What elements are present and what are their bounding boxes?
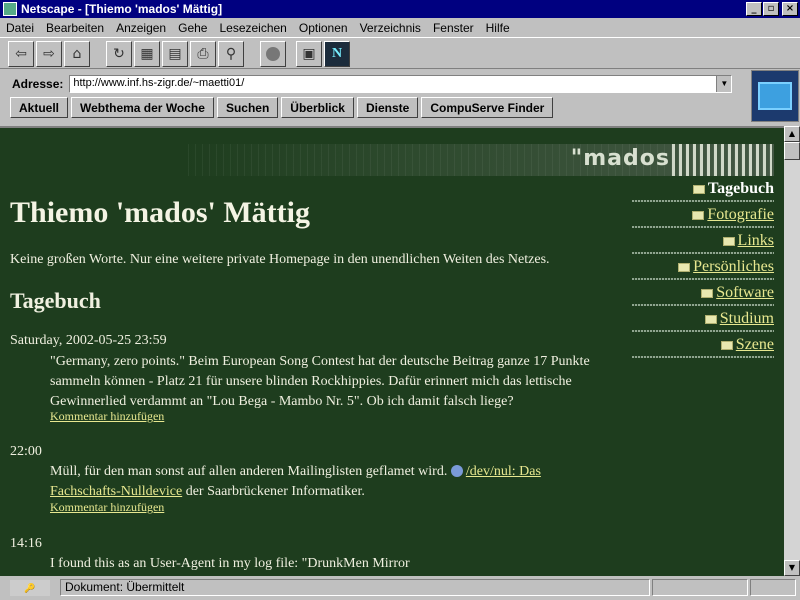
status-mail [750,579,796,596]
nav-item-software[interactable]: Software [632,280,774,306]
entry-text-after: der Saarbrückener Informatiker. [185,484,365,499]
menu-gehe[interactable]: Gehe [172,21,213,35]
window-title: Netscape - [Thiemo 'mados' Mättig] [21,2,223,16]
status-bar: 🔑 Dokument: Übermittelt [0,576,800,600]
section-heading: Tagebuch [10,288,101,313]
nav-item-persoenliches[interactable]: Persönliches [632,254,774,280]
webthema-button[interactable]: Webthema der Woche [71,97,214,118]
netscape-app-icon[interactable] [3,2,17,16]
address-value: http://www.inf.hs-zigr.de/~maetti01/ [73,77,245,89]
status-text: Dokument: Übermittelt [60,579,650,596]
site-nav: Tagebuch Fotografie Links Persönliches S [632,176,774,358]
folder-icon [704,314,717,324]
folder-icon [722,236,735,246]
ueberblick-button[interactable]: Überblick [281,97,354,118]
menu-anzeigen[interactable]: Anzeigen [110,21,172,35]
intro-text: Keine großen Worte. Nur eine weitere pri… [10,252,550,267]
back-icon[interactable]: ⇦ [8,41,34,67]
entry-date: Saturday, 2002-05-25 23:59 [10,333,167,348]
reload-icon[interactable]: ↻ [106,41,132,67]
site-logo: "mados [570,146,670,171]
dienste-button[interactable]: Dienste [356,97,419,118]
print-icon[interactable]: ⎙ [190,41,216,67]
nav-item-studium[interactable]: Studium [632,306,774,332]
menu-lesezeichen[interactable]: Lesezeichen [213,21,292,35]
menu-bearbeiten[interactable]: Bearbeiten [40,21,110,35]
home-icon[interactable]: ⌂ [64,41,90,67]
vertical-scrollbar[interactable]: ▲ ▼ [784,126,800,576]
netscape-logo-icon[interactable]: N [324,41,350,67]
page-title: Thiemo 'mados' Mättig [10,196,310,229]
scroll-down-icon[interactable]: ▼ [784,560,800,576]
add-comment-link[interactable]: Kommentar hinzufügen [50,409,164,424]
logo-bars [672,144,772,176]
folder-icon [692,184,705,194]
entry-text: "Germany, zero points." Beim European So… [50,354,590,409]
forward-icon[interactable]: ⇨ [36,41,62,67]
stop-icon[interactable] [260,41,286,67]
entry-date: 22:00 [10,444,42,459]
menu-bar: Datei Bearbeiten Anzeigen Gehe Lesezeich… [0,19,800,37]
folder-icon [692,210,705,220]
nav-item-links[interactable]: Links [632,228,774,254]
security-key-icon[interactable]: 🔑 [10,580,50,596]
minimize-button[interactable]: _ [746,2,762,16]
nav-label: Persönliches [693,258,774,275]
nav-label: Tagebuch [707,180,774,197]
images-icon[interactable]: ▦ [134,41,160,67]
entry-date: 14:16 [10,536,42,551]
entry-text-before: Müll, für den man sonst auf allen andere… [50,464,448,479]
open-icon[interactable]: ▤ [162,41,188,67]
network-icon[interactable]: ▣ [296,41,322,67]
nav-label: Szene [735,336,774,353]
nav-label: Links [737,232,774,249]
nav-label: Fotografie [707,206,774,223]
nav-item-szene[interactable]: Szene [632,332,774,358]
web-page: "mados Thiemo 'mados' Mättig Keine große… [0,128,784,576]
entry-text: I found this as an User-Agent in my log … [50,556,410,571]
compuserve-finder-button[interactable]: CompuServe Finder [421,97,554,118]
nav-item-tagebuch[interactable]: Tagebuch [632,176,774,202]
aktuell-button[interactable]: Aktuell [10,97,69,118]
menu-verzeichnis[interactable]: Verzeichnis [354,21,427,35]
nav-label: Studium [719,310,774,327]
add-comment-link[interactable]: Kommentar hinzufügen [50,500,164,515]
menu-optionen[interactable]: Optionen [293,21,354,35]
directory-buttons: Aktuell Webthema der Woche Suchen Überbl… [10,97,554,119]
find-icon[interactable]: ⚲ [218,41,244,67]
toolbar: ⇦ ⇨ ⌂ ↻ ▦ ▤ ⎙ ⚲ ▣ N [0,37,800,69]
address-input[interactable]: http://www.inf.hs-zigr.de/~maetti01/ ▼ [69,75,733,93]
menu-datei[interactable]: Datei [0,21,40,35]
maximize-button[interactable]: ▫ [763,2,779,16]
netscape-throbber-icon[interactable] [751,70,799,122]
folder-icon [701,288,714,298]
folder-icon [678,262,691,272]
entry-text: Müll, für den man sonst auf allen andere… [50,462,610,502]
folder-icon [720,340,733,350]
status-progress [652,579,748,596]
scroll-thumb[interactable] [784,142,800,160]
menu-hilfe[interactable]: Hilfe [480,21,516,35]
address-bar: Adresse: http://www.inf.hs-zigr.de/~maet… [0,72,750,96]
title-bar: Netscape - [Thiemo 'mados' Mättig] _ ▫ × [0,0,800,18]
close-button[interactable]: × [782,2,798,16]
scroll-up-icon[interactable]: ▲ [784,126,800,142]
nav-item-fotografie[interactable]: Fotografie [632,202,774,228]
page-viewport: "mados Thiemo 'mados' Mättig Keine große… [0,126,784,576]
address-label: Adresse: [12,77,64,91]
menu-fenster[interactable]: Fenster [427,21,480,35]
address-dropdown-icon[interactable]: ▼ [716,76,732,92]
suchen-button[interactable]: Suchen [216,97,279,118]
link-icon [450,465,463,477]
nav-label: Software [716,284,774,301]
banner: "mados [182,144,774,176]
